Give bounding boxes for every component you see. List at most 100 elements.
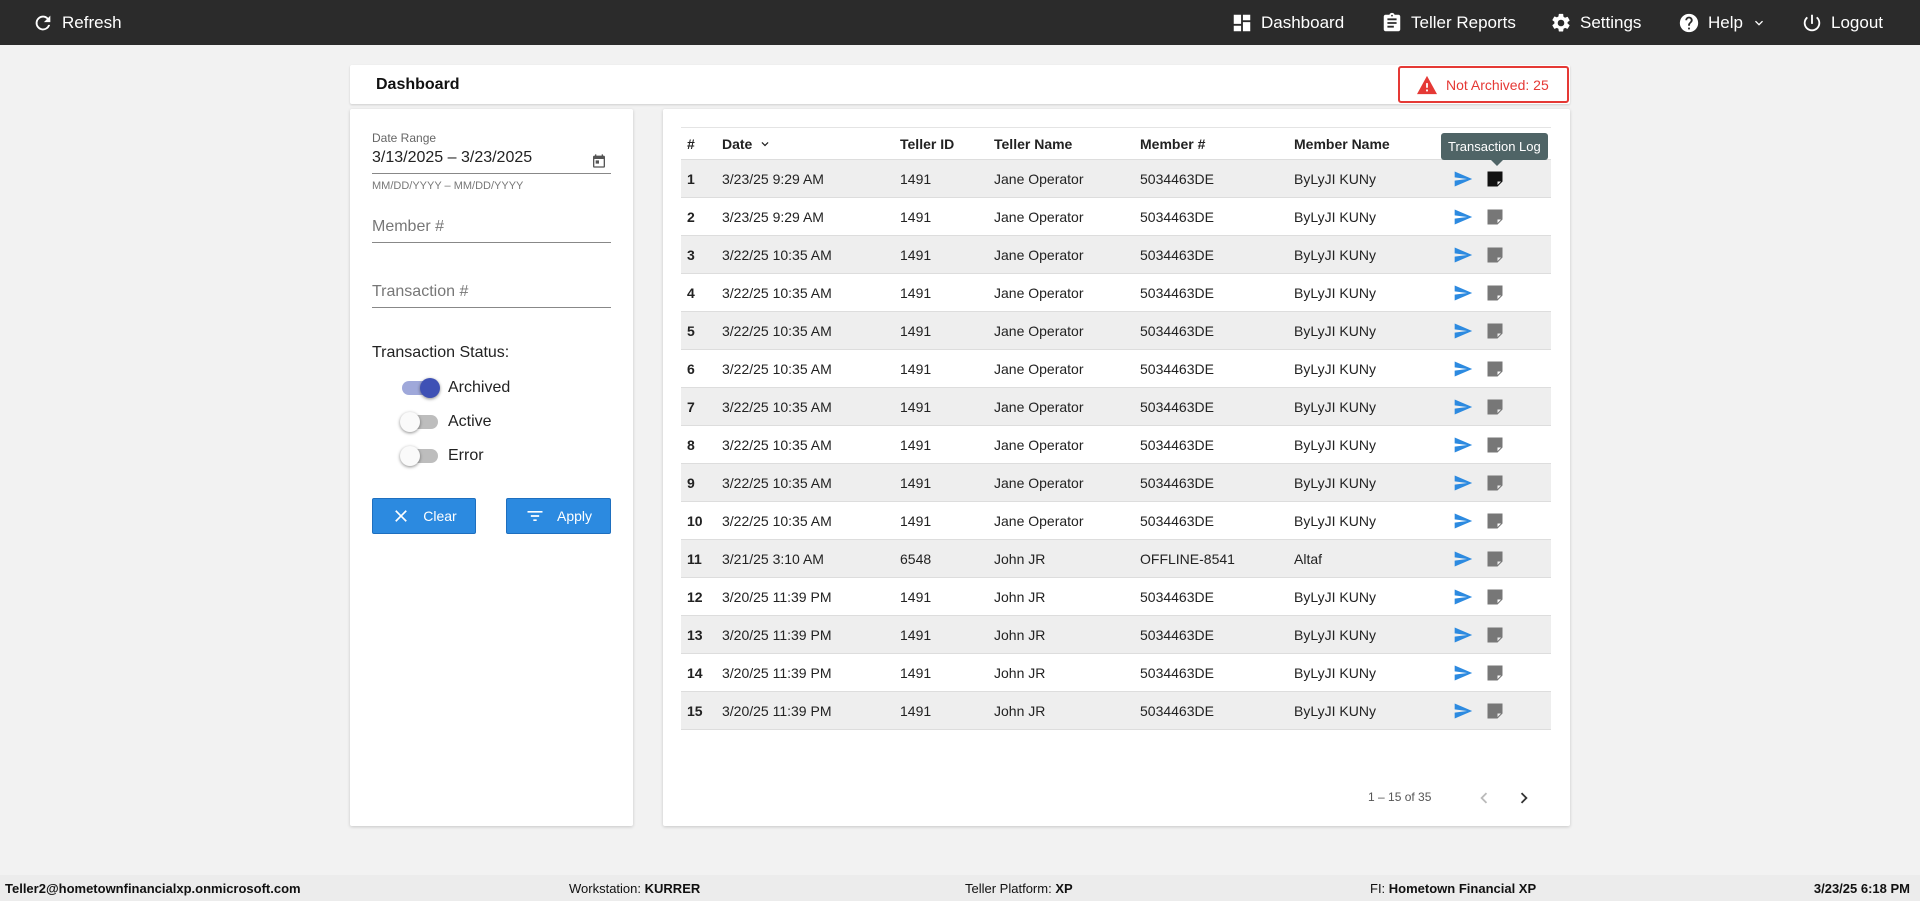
send-icon[interactable] <box>1453 587 1473 607</box>
row-member-name: ByLyJI KUNy <box>1294 208 1376 225</box>
column-header-date-label: Date <box>722 135 753 152</box>
row-member-name: ByLyJI KUNy <box>1294 512 1376 529</box>
table-row[interactable]: 4 3/22/25 10:35 AM 1491 Jane Operator 503446… <box>681 274 1551 312</box>
table-row[interactable]: 15 3/20/25 11:39 PM 1491 John JR 5034463DE By… <box>681 692 1551 730</box>
nav-help[interactable]: Help <box>1678 0 1767 45</box>
row-index: 1 <box>687 170 695 187</box>
next-page-button[interactable] <box>1511 785 1537 811</box>
send-icon[interactable] <box>1453 169 1473 189</box>
send-icon[interactable] <box>1453 549 1473 569</box>
table-row[interactable]: 5 3/22/25 10:35 AM 1491 Jane Operator 503446… <box>681 312 1551 350</box>
note-icon[interactable] <box>1485 511 1505 531</box>
table-row[interactable]: 11 3/21/25 3:10 AM 6548 John JR OFFLINE-8541… <box>681 540 1551 578</box>
close-icon <box>395 510 408 522</box>
send-icon[interactable] <box>1453 473 1473 493</box>
table-row[interactable]: 7 3/22/25 10:35 AM 1491 Jane Operator 503446… <box>681 388 1551 426</box>
calendar-icon[interactable] <box>591 153 607 169</box>
row-member-number: 5034463DE <box>1140 664 1214 681</box>
filter-panel: Date Range 3/13/2025 – 3/23/2025 MM/DD/Y… <box>350 109 633 826</box>
table-row[interactable]: 10 3/22/25 10:35 AM 1491 Jane Operator 50344… <box>681 502 1551 540</box>
apply-button[interactable]: Apply <box>506 498 611 534</box>
member-number-input[interactable] <box>372 214 611 243</box>
note-icon[interactable] <box>1485 663 1505 683</box>
row-actions <box>1453 426 1505 463</box>
send-icon[interactable] <box>1453 625 1473 645</box>
table-row[interactable]: 6 3/22/25 10:35 AM 1491 Jane Operator 503446… <box>681 350 1551 388</box>
power-icon <box>1803 14 1821 31</box>
row-teller-name: Jane Operator <box>994 436 1084 453</box>
table-row[interactable]: 13 3/20/25 11:39 PM 1491 John JR 5034463DE By… <box>681 616 1551 654</box>
row-index: 13 <box>687 626 703 643</box>
status-toggle-archived[interactable]: Archived <box>402 378 510 398</box>
note-icon[interactable] <box>1485 473 1505 493</box>
table-row[interactable]: 1 3/23/25 9:29 AM 1491 Jane Operator 5034463… <box>681 160 1551 198</box>
row-teller-id: 1491 <box>900 588 932 605</box>
send-icon[interactable] <box>1453 663 1473 683</box>
send-icon[interactable] <box>1453 245 1473 265</box>
nav-logout[interactable]: Logout <box>1801 0 1883 45</box>
note-icon[interactable] <box>1485 625 1505 645</box>
row-teller-id: 1491 <box>900 246 932 263</box>
row-date: 3/23/25 9:29 AM <box>722 170 824 187</box>
row-index: 5 <box>687 322 695 339</box>
row-index: 6 <box>687 360 695 377</box>
row-teller-name: Jane Operator <box>994 360 1084 377</box>
nav-settings[interactable]: Settings <box>1550 0 1641 45</box>
send-icon[interactable] <box>1453 359 1473 379</box>
nav-dashboard[interactable]: Dashboard <box>1231 0 1344 45</box>
send-icon[interactable] <box>1453 701 1473 721</box>
status-toggle-error[interactable]: Error <box>400 446 484 466</box>
table-row[interactable]: 14 3/20/25 11:39 PM 1491 John JR 5034463DE By… <box>681 654 1551 692</box>
row-date: 3/22/25 10:35 AM <box>722 512 832 529</box>
send-icon[interactable] <box>1453 397 1473 417</box>
note-icon[interactable] <box>1485 169 1505 189</box>
footer-fi-label: FI: <box>1370 881 1386 896</box>
nav-dashboard-label: Dashboard <box>1261 12 1345 32</box>
note-icon[interactable] <box>1485 397 1505 417</box>
row-teller-id: 1491 <box>900 170 932 187</box>
row-actions <box>1453 198 1505 235</box>
not-archived-badge[interactable]: Not Archived: 25 <box>1398 66 1569 103</box>
row-teller-id: 1491 <box>900 360 932 377</box>
note-icon[interactable] <box>1485 435 1505 455</box>
row-member-name: ByLyJI KUNy <box>1294 170 1376 187</box>
active-toggle[interactable] <box>400 412 438 432</box>
column-header-date[interactable]: Date <box>722 128 772 159</box>
row-member-number: 5034463DE <box>1140 512 1214 529</box>
note-icon[interactable] <box>1485 283 1505 303</box>
note-icon[interactable] <box>1485 207 1505 227</box>
transaction-number-field[interactable] <box>372 279 611 308</box>
table-row[interactable]: 3 3/22/25 10:35 AM 1491 Jane Operator 503446… <box>681 236 1551 274</box>
send-icon[interactable] <box>1453 321 1473 341</box>
transaction-number-input[interactable] <box>372 279 611 308</box>
send-icon[interactable] <box>1453 435 1473 455</box>
status-toggle-active[interactable]: Active <box>400 412 492 432</box>
row-actions <box>1453 464 1505 501</box>
note-icon[interactable] <box>1485 549 1505 569</box>
send-icon[interactable] <box>1453 207 1473 227</box>
apply-button-label: Apply <box>556 508 593 524</box>
note-icon[interactable] <box>1485 359 1505 379</box>
previous-page-button[interactable] <box>1471 785 1497 811</box>
archived-toggle[interactable] <box>402 378 440 398</box>
refresh-button[interactable]: Refresh <box>32 0 122 45</box>
row-member-number: 5034463DE <box>1140 588 1214 605</box>
note-icon[interactable] <box>1485 587 1505 607</box>
error-toggle[interactable] <box>400 446 438 466</box>
send-icon[interactable] <box>1453 283 1473 303</box>
note-icon[interactable] <box>1485 701 1505 721</box>
row-teller-name: Jane Operator <box>994 474 1084 491</box>
table-row[interactable]: 8 3/22/25 10:35 AM 1491 Jane Operator 503446… <box>681 426 1551 464</box>
table-row[interactable]: 2 3/23/25 9:29 AM 1491 Jane Operator 5034463… <box>681 198 1551 236</box>
table-row[interactable]: 12 3/20/25 11:39 PM 1491 John JR 5034463DE By… <box>681 578 1551 616</box>
note-icon[interactable] <box>1485 321 1505 341</box>
row-teller-id: 1491 <box>900 512 932 529</box>
member-number-field[interactable] <box>372 214 611 243</box>
nav-teller-reports[interactable]: Teller Reports <box>1381 0 1516 45</box>
filter-icon <box>527 511 543 521</box>
send-icon[interactable] <box>1453 511 1473 531</box>
table-row[interactable]: 9 3/22/25 10:35 AM 1491 Jane Operator 503446… <box>681 464 1551 502</box>
note-icon[interactable] <box>1485 245 1505 265</box>
clear-button[interactable]: Clear <box>372 498 476 534</box>
date-range-field[interactable]: Date Range 3/13/2025 – 3/23/2025 MM/DD/Y… <box>372 131 611 192</box>
